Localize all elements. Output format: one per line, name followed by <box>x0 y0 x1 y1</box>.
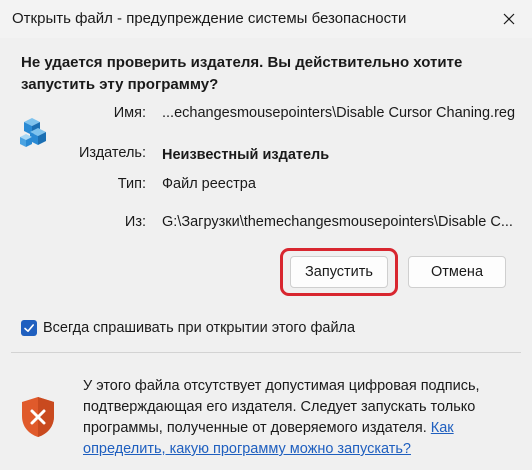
warning-text: У этого файла отсутствует допустимая циф… <box>83 378 480 436</box>
always-ask-checkbox[interactable] <box>21 320 37 336</box>
name-label: Имя: <box>113 105 146 121</box>
name-value: ...echangesmousepointers\Disable Cursor … <box>162 105 516 121</box>
security-question: Не удается проверить издателя. Вы действ… <box>21 54 463 93</box>
run-button-highlight <box>280 248 398 296</box>
from-value: G:\Загрузки\themechangesmousepointers\Di… <box>162 214 513 230</box>
registry-file-icon <box>20 118 46 147</box>
divider <box>11 352 521 353</box>
publisher-label: Издатель: <box>78 145 146 161</box>
close-icon <box>503 13 515 25</box>
always-ask-label[interactable]: Всегда спрашивать при открытии этого фай… <box>43 320 355 336</box>
title-bar: Открыть файл - предупреждение системы бе… <box>0 0 532 38</box>
always-ask-row: Всегда спрашивать при открытии этого фай… <box>21 320 355 336</box>
checkmark-icon <box>24 324 34 332</box>
dialog-body: Не удается проверить издателя. Вы действ… <box>0 38 532 470</box>
warning-message: У этого файла отсутствует допустимая циф… <box>83 376 523 460</box>
type-label: Тип: <box>117 176 146 192</box>
from-label: Из: <box>124 214 146 230</box>
window-title: Открыть файл - предупреждение системы бе… <box>12 10 407 27</box>
close-button[interactable] <box>486 0 532 38</box>
type-value: Файл реестра <box>162 176 256 192</box>
publisher-value: Неизвестный издатель <box>162 147 330 163</box>
security-shield-icon <box>22 397 54 437</box>
cancel-button[interactable]: Отмена <box>408 256 506 288</box>
